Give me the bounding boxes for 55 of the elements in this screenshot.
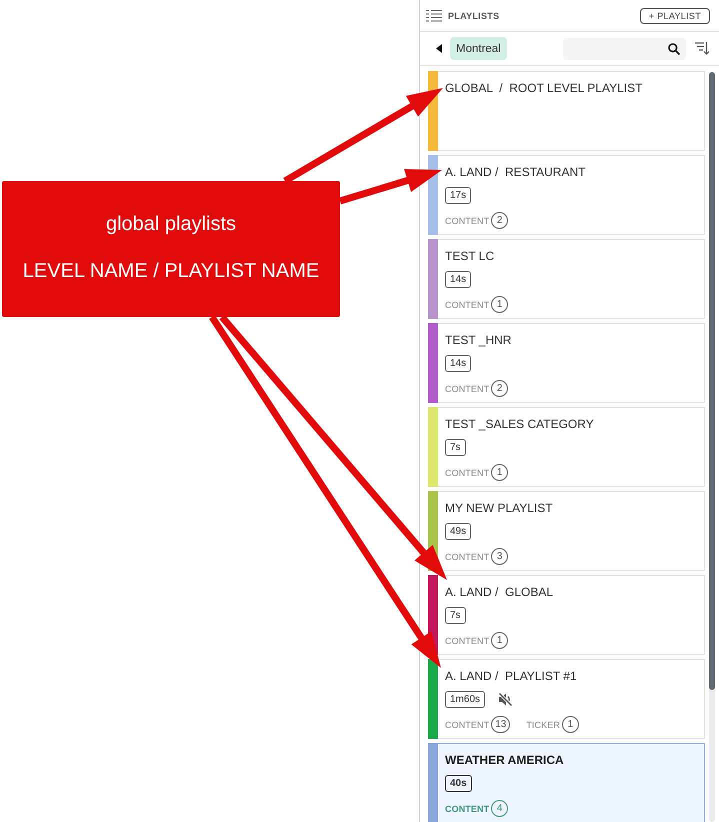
playlist-title: A. LAND / PLAYLIST #1 xyxy=(445,669,577,683)
playlist-card[interactable]: WEATHER AMERICA 40s CONTENT 4 xyxy=(428,743,705,822)
panel-title: PLAYLISTS xyxy=(448,10,500,20)
count-label: CONTENT xyxy=(445,720,490,730)
playlist-title: A. LAND / RESTAURANT xyxy=(445,165,586,179)
count-pill: 1 xyxy=(491,632,508,649)
sort-icon[interactable] xyxy=(695,42,709,55)
count-label: CONTENT xyxy=(445,552,490,562)
playlist-title: WEATHER AMERICA xyxy=(445,753,564,767)
count-pill: 2 xyxy=(491,212,508,229)
playlist-title: GLOBAL / ROOT LEVEL PLAYLIST xyxy=(445,81,642,95)
count-pill: 3 xyxy=(491,548,508,565)
duration-chip: 7s xyxy=(445,439,466,456)
duration-chip: 14s xyxy=(445,271,472,288)
playlist-card[interactable]: A. LAND / RESTAURANT 17s CONTENT 2 xyxy=(428,155,705,235)
callout-text: LEVEL NAME / PLAYLIST NAME xyxy=(22,259,320,283)
playlist-title: TEST _HNR xyxy=(445,333,512,347)
playlist-card[interactable]: TEST _HNR 14s CONTENT 2 xyxy=(428,323,705,403)
count-pill: 13 xyxy=(491,716,510,733)
count-label: CONTENT xyxy=(445,216,490,226)
callout-heading: global playlists xyxy=(106,212,236,236)
playlist-title: A. LAND / GLOBAL xyxy=(445,585,554,599)
playlist-card[interactable]: A. LAND / PLAYLIST #1 1m60s CONTENT 13 TICKER 1 xyxy=(428,659,705,739)
playlist-title: TEST LC xyxy=(445,249,494,263)
count-label: TICKER xyxy=(526,720,560,730)
scrollbar-thumb[interactable] xyxy=(709,72,715,690)
duration-chip: 17s xyxy=(445,187,472,204)
playlist-title: TEST _SALES CATEGORY xyxy=(445,417,594,431)
count-label: CONTENT xyxy=(445,384,490,394)
count-label: CONTENT xyxy=(445,804,490,814)
count-label: CONTENT xyxy=(445,300,490,310)
count-pill: 1 xyxy=(491,296,508,313)
search-icon[interactable] xyxy=(668,42,680,54)
count-pill: 1 xyxy=(491,464,508,481)
list-icon xyxy=(426,10,442,22)
caret-left-icon[interactable] xyxy=(436,44,442,53)
duration-chip: 1m60s xyxy=(445,691,486,708)
count-label: CONTENT xyxy=(445,636,490,646)
count-pill: 1 xyxy=(562,716,579,733)
location-chip[interactable]: Montreal xyxy=(450,37,507,60)
count-pill: 4 xyxy=(491,800,508,817)
playlist-card[interactable]: TEST _SALES CATEGORY 7s CONTENT 1 xyxy=(428,407,705,487)
search-field[interactable] xyxy=(563,38,686,60)
playlist-card[interactable]: GLOBAL / ROOT LEVEL PLAYLIST xyxy=(428,71,705,151)
duration-chip: 14s xyxy=(445,355,472,372)
playlist-card[interactable]: TEST LC 14s CONTENT 1 xyxy=(428,239,705,319)
add-playlist-button[interactable]: + PLAYLIST xyxy=(640,8,710,24)
duration-chip: 49s xyxy=(445,523,472,540)
count-label: CONTENT xyxy=(445,468,490,478)
playlist-card[interactable]: MY NEW PLAYLIST 49s CONTENT 3 xyxy=(428,491,705,571)
count-pill: 2 xyxy=(491,380,508,397)
duration-chip: 40s xyxy=(445,775,472,792)
playlist-title: MY NEW PLAYLIST xyxy=(445,501,553,515)
playlist-card[interactable]: A. LAND / GLOBAL 7s CONTENT 1 xyxy=(428,575,705,655)
duration-chip: 7s xyxy=(445,607,466,624)
